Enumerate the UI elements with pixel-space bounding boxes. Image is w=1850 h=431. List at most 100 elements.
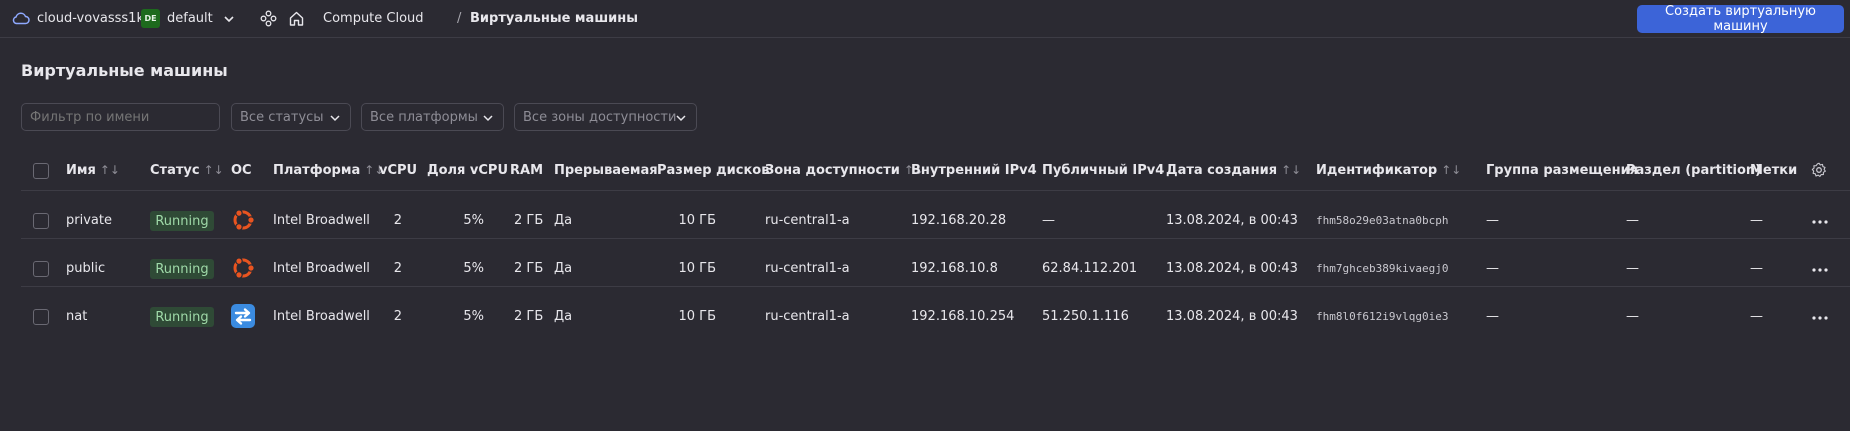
divider [21,286,1850,287]
zone-filter-value: Все зоны доступности [523,109,677,125]
column-header-ram: RAM [510,163,544,178]
sort-icon[interactable]: ↑↓ [100,163,120,177]
vm-name-link[interactable]: nat [66,309,87,324]
vcpu-share-cell: 5% [463,309,484,324]
column-header-created[interactable]: Дата создания ↑↓ [1166,163,1301,178]
platform-cell: Intel Broadwell [273,213,370,228]
row-checkbox[interactable] [33,309,49,325]
row-checkbox[interactable] [33,213,49,229]
placement-group-cell: — [1486,261,1499,276]
preemptible-cell: Да [554,309,573,324]
column-label: Имя [66,163,96,178]
vm-id-cell: fhm7ghceb389kivaegj0 [1316,262,1449,275]
column-header-vcpu: vCPU [379,163,418,178]
more-actions-icon[interactable] [1811,267,1829,273]
vm-name-link[interactable]: private [66,213,112,228]
zone-filter-select[interactable]: Все зоны доступности [514,103,697,131]
public-ip-cell: 51.250.1.116 [1042,309,1129,324]
vcpu-cell: 2 [393,309,402,324]
labels-cell: — [1750,261,1763,276]
folder-name[interactable]: default [167,11,213,26]
column-header-placement-group: Группа размещения [1486,163,1639,178]
public-ip-cell: 62.84.112.201 [1042,261,1138,276]
column-header-id[interactable]: Идентификатор ↑↓ [1316,163,1461,178]
column-header-internal-ip: Внутренний IPv4 [911,163,1037,178]
column-label: Идентификатор [1316,163,1438,178]
more-actions-icon[interactable] [1811,219,1829,225]
vm-id-cell: fhm8l0f612i9vlqg0ie3 [1316,310,1449,323]
vcpu-share-cell: 5% [463,261,484,276]
column-header-name[interactable]: Имя ↑↓ [66,163,120,178]
placement-group-cell: — [1486,213,1499,228]
public-ip-cell: — [1042,213,1055,228]
disk-size-cell: 10 ГБ [678,309,716,324]
partition-cell: — [1626,309,1639,324]
top-bar: cloud-vovasss1k DE default Compute Cloud… [0,0,1850,38]
platform-cell: Intel Broadwell [273,309,370,324]
column-header-zone[interactable]: Зона доступности ↑↓ [765,163,924,178]
ubuntu-icon [230,255,256,281]
services-icon[interactable] [260,10,277,27]
platform-cell: Intel Broadwell [273,261,370,276]
platform-filter-value: Все платформы [370,109,478,125]
internal-ip-cell: 192.168.20.28 [911,213,1007,228]
vm-id-cell: fhm58o29e03atna0bcph [1316,214,1449,227]
placement-group-cell: — [1486,309,1499,324]
select-all-checkbox[interactable] [33,163,49,179]
labels-cell: — [1750,309,1763,324]
disk-size-cell: 10 ГБ [678,213,716,228]
chevron-down-icon[interactable] [222,12,236,26]
column-header-platform[interactable]: Платформа ↑↓ [273,163,384,178]
cloud-icon [12,12,30,25]
preemptible-cell: Да [554,213,573,228]
vcpu-cell: 2 [393,261,402,276]
vcpu-cell: 2 [393,213,402,228]
column-header-partition: Раздел (partition) [1626,163,1762,178]
zone-cell: ru-central1-a [765,261,850,276]
name-filter-input[interactable] [21,103,220,131]
ram-cell: 2 ГБ [514,213,544,228]
ram-cell: 2 ГБ [514,309,544,324]
sort-icon[interactable]: ↑↓ [204,163,224,177]
gear-icon[interactable] [1811,162,1827,178]
zone-cell: ru-central1-a [765,213,850,228]
column-header-disk-size: Размер дисков [657,163,770,178]
column-label: Платформа [273,163,361,178]
ram-cell: 2 ГБ [514,261,544,276]
labels-cell: — [1750,213,1763,228]
ubuntu-icon [230,207,256,233]
column-label: Статус [150,163,200,178]
preemptible-cell: Да [554,261,573,276]
sort-icon[interactable]: ↑↓ [1441,163,1461,177]
column-header-status[interactable]: Статус ↑↓ [150,163,224,178]
disk-size-cell: 10 ГБ [678,261,716,276]
more-actions-icon[interactable] [1811,315,1829,321]
chevron-down-icon [483,115,493,122]
column-label: Дата создания [1166,163,1278,178]
cloud-name[interactable]: cloud-vovasss1k [37,11,144,26]
breadcrumb-compute-cloud[interactable]: Compute Cloud [323,11,424,26]
internal-ip-cell: 192.168.10.8 [911,261,998,276]
home-icon[interactable] [288,10,305,27]
column-header-labels: Метки [1750,163,1798,178]
platform-filter-select[interactable]: Все платформы [361,103,504,131]
folder-badge: DE [141,9,160,28]
status-badge: Running [150,259,214,279]
breadcrumb-separator: / [457,11,462,26]
created-cell: 13.08.2024, в 00:43 [1166,261,1298,276]
create-vm-button[interactable]: Создать виртуальную машину [1637,4,1844,34]
status-badge: Running [150,307,214,327]
column-header-public-ip: Публичный IPv4 [1042,163,1165,178]
vcpu-share-cell: 5% [463,213,484,228]
sort-icon[interactable]: ↑↓ [1281,163,1301,177]
partition-cell: — [1626,213,1639,228]
created-cell: 13.08.2024, в 00:43 [1166,213,1298,228]
breadcrumb-current: Виртуальные машины [470,11,638,26]
chevron-down-icon [330,115,340,122]
status-filter-select[interactable]: Все статусы [231,103,351,131]
row-checkbox[interactable] [33,261,49,277]
vm-name-link[interactable]: public [66,261,105,276]
internal-ip-cell: 192.168.10.254 [911,309,1015,324]
chevron-down-icon [676,115,686,122]
column-header-preemptible: Прерываемая [554,163,658,178]
